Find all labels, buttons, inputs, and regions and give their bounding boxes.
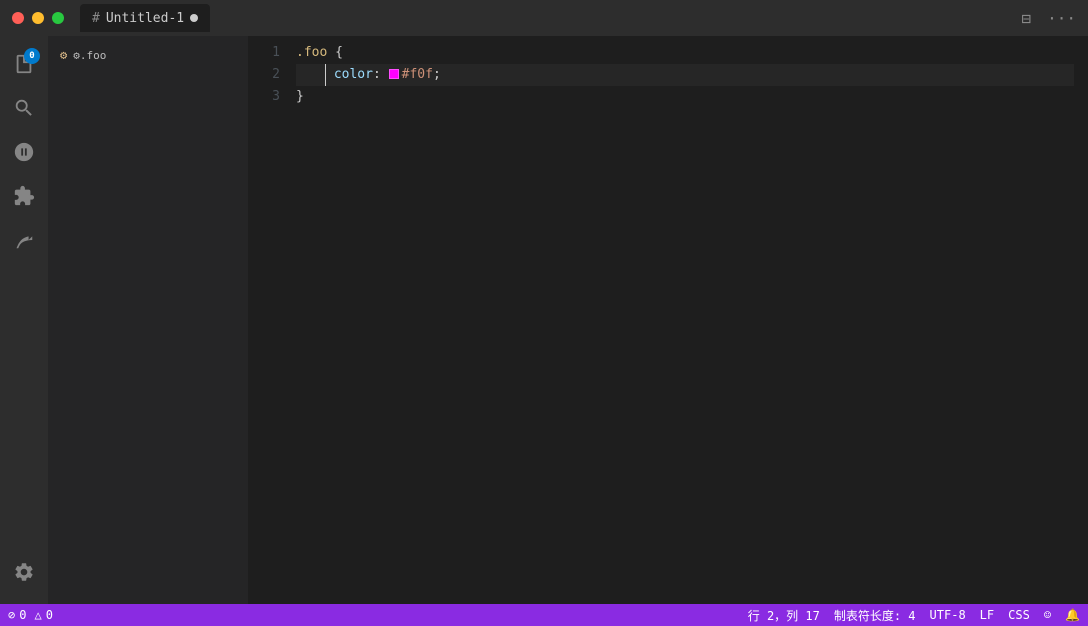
status-left: ⊘ 0 △ 0 <box>8 608 53 622</box>
bell-icon: 🔔 <box>1065 608 1080 622</box>
css-semicolon: ; <box>433 64 441 86</box>
titlebar: # Untitled-1 ⊟ ··· <box>0 0 1088 36</box>
editor-area[interactable]: 1 2 3 .foo { color : #f0f <box>248 36 1088 604</box>
status-encoding[interactable]: UTF-8 <box>930 608 966 622</box>
tab-hash-icon: # <box>92 11 100 26</box>
line-numbers: 1 2 3 <box>248 42 296 598</box>
activity-bar: 0 <box>0 36 48 604</box>
sidebar: ⚙ ⚙.foo <box>48 36 248 604</box>
more-actions-icon[interactable]: ··· <box>1047 9 1076 28</box>
activity-git-icon[interactable] <box>4 132 44 172</box>
activity-search-icon[interactable] <box>4 88 44 128</box>
status-bell[interactable]: 🔔 <box>1065 608 1080 622</box>
tab-modified-indicator <box>190 14 198 22</box>
tab-area: # Untitled-1 <box>80 4 210 32</box>
status-position[interactable]: 行 2，列 17 <box>748 607 820 624</box>
status-tab-size[interactable]: 制表符长度: 4 <box>834 607 916 624</box>
status-bar: ⊘ 0 △ 0 行 2，列 17 制表符长度: 4 UTF-8 LF CSS ☺… <box>0 604 1088 626</box>
files-badge: 0 <box>24 48 40 64</box>
line-number-3: 3 <box>248 86 280 108</box>
warning-icon: △ <box>34 608 41 622</box>
editor-content: 1 2 3 .foo { color : #f0f <box>248 36 1088 604</box>
css-colon: : <box>373 64 389 86</box>
css-open-brace: { <box>327 42 343 64</box>
code-line-1: .foo { <box>296 42 1074 64</box>
split-editor-icon[interactable]: ⊟ <box>1021 9 1031 28</box>
status-language[interactable]: CSS <box>1008 608 1030 622</box>
sidebar-header: ⚙ ⚙.foo <box>48 44 248 66</box>
remote-svg <box>13 229 35 251</box>
editor-tab[interactable]: # Untitled-1 <box>80 4 210 32</box>
language-text: CSS <box>1008 608 1030 622</box>
warning-count: 0 <box>46 608 53 622</box>
css-property: color <box>334 64 373 86</box>
css-value: #f0f <box>402 64 433 86</box>
search-svg <box>13 97 35 119</box>
code-lines[interactable]: .foo { color : #f0f ; } <box>296 42 1074 598</box>
minimize-button[interactable] <box>32 12 44 24</box>
status-errors[interactable]: ⊘ 0 △ 0 <box>8 608 53 622</box>
extensions-svg <box>13 185 35 207</box>
tab-size-text: 制表符长度: 4 <box>834 607 916 624</box>
line-number-1: 1 <box>248 42 280 64</box>
css-selector: .foo <box>296 42 327 64</box>
sidebar-file-label: ⚙.foo <box>73 49 106 62</box>
color-swatch[interactable] <box>389 69 399 79</box>
code-line-3: } <box>296 86 1074 108</box>
scrollbar[interactable] <box>1074 42 1088 598</box>
code-line-2: color : #f0f ; <box>296 64 1074 86</box>
titlebar-actions: ⊟ ··· <box>1021 9 1076 28</box>
smiley-icon: ☺ <box>1044 608 1051 622</box>
cursor <box>325 64 334 86</box>
position-text: 行 2，列 17 <box>748 607 820 624</box>
css-close-brace: } <box>296 86 304 108</box>
sidebar-file-icon: ⚙ <box>60 48 67 62</box>
line-ending-text: LF <box>980 608 994 622</box>
error-icon: ⊘ <box>8 608 15 622</box>
error-count: 0 <box>19 608 26 622</box>
status-smiley[interactable]: ☺ <box>1044 608 1051 622</box>
git-svg <box>13 141 35 163</box>
activity-bottom <box>4 552 44 604</box>
settings-svg <box>13 561 35 583</box>
traffic-lights <box>12 12 64 24</box>
tab-name: Untitled-1 <box>106 11 184 26</box>
close-button[interactable] <box>12 12 24 24</box>
activity-files-icon[interactable]: 0 <box>4 44 44 84</box>
activity-extensions-icon[interactable] <box>4 176 44 216</box>
status-right: 行 2，列 17 制表符长度: 4 UTF-8 LF CSS ☺ 🔔 <box>748 607 1080 624</box>
line-number-2: 2 <box>248 64 280 86</box>
maximize-button[interactable] <box>52 12 64 24</box>
status-line-ending[interactable]: LF <box>980 608 994 622</box>
activity-remote-icon[interactable] <box>4 220 44 260</box>
encoding-text: UTF-8 <box>930 608 966 622</box>
activity-settings-icon[interactable] <box>4 552 44 592</box>
main-layout: 0 <box>0 36 1088 604</box>
